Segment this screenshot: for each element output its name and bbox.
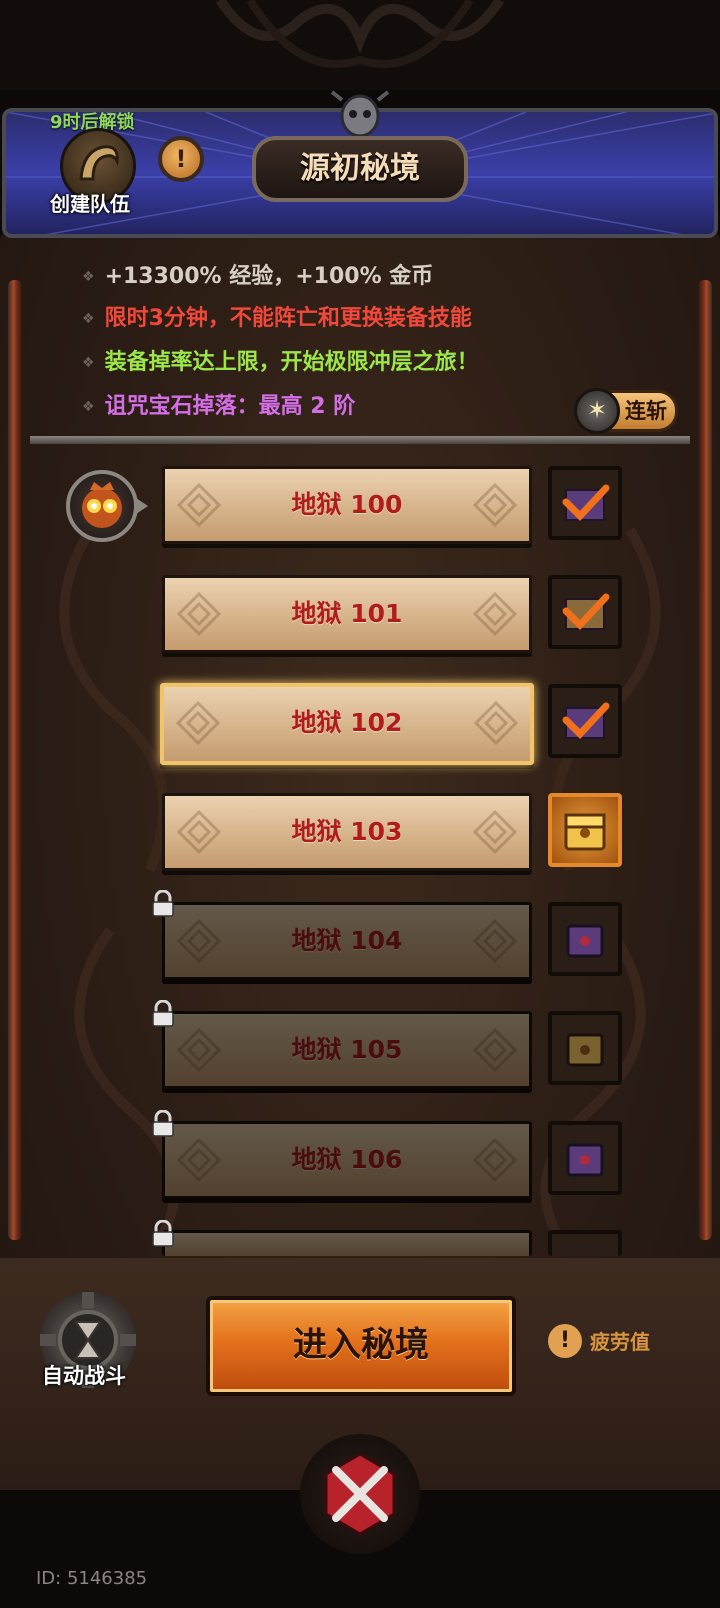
level-row-102[interactable]: 地狱 102 (160, 683, 534, 765)
level-row-101[interactable]: 地狱 101 (162, 575, 532, 653)
level-label: 地狱 104 (291, 926, 403, 955)
reward-chest-100[interactable] (548, 466, 622, 540)
current-level-marker (66, 470, 138, 542)
reward-chest-106[interactable] (548, 1121, 622, 1195)
level-row-107[interactable] (162, 1230, 532, 1256)
enter-dungeon-button[interactable]: 进入秘境 (206, 1296, 516, 1396)
player-id: ID: 5146385 (36, 1568, 148, 1589)
fatigue-label: 疲劳值 (590, 1330, 650, 1354)
lock-icon (152, 1220, 174, 1247)
top-decoration (0, 0, 720, 90)
level-row-104[interactable]: 地狱 104 (162, 902, 532, 980)
fatigue-info-icon[interactable]: ! (548, 1324, 582, 1358)
buff-exp-gold: ❖ +13300% 经验，+100% 金币 (82, 264, 434, 289)
purple-chest-icon (566, 924, 604, 958)
lock-icon (152, 1110, 174, 1137)
level-row-105[interactable]: 地狱 105 (162, 1011, 532, 1089)
buff-curse-gem: ❖ 诅咒宝石掉落：最高 2 阶 (82, 394, 356, 419)
create-team-label: 创建队伍 (50, 192, 130, 216)
level-row-103[interactable]: 地狱 103 (162, 793, 532, 871)
divider (30, 436, 690, 444)
level-label: 地狱 100 (291, 490, 403, 519)
reward-chest-104[interactable] (548, 902, 622, 976)
reward-chest-103[interactable] (548, 793, 622, 867)
auto-battle-label: 自动战斗 (42, 1364, 126, 1388)
star-burst-icon: ✶ (574, 388, 620, 434)
gold-chest-icon (564, 813, 606, 851)
skull-ornament-icon (330, 90, 390, 138)
checkmark-icon (562, 702, 610, 740)
frame-left (8, 280, 22, 1240)
battle-button[interactable] (300, 1434, 420, 1554)
checkmark-icon (562, 484, 610, 522)
lock-icon (152, 890, 174, 917)
marker-pointer-icon (136, 498, 148, 514)
page-title: 源初秘境 (252, 136, 468, 202)
level-label: 地狱 105 (291, 1035, 403, 1064)
lock-icon (152, 1000, 174, 1027)
crossed-swords-icon (324, 1452, 396, 1536)
level-label: 地狱 106 (291, 1145, 403, 1174)
level-label (165, 1233, 529, 1256)
level-label: 地狱 103 (291, 817, 403, 846)
demon-mask-icon (82, 482, 122, 528)
frame-right (698, 280, 712, 1240)
level-label: 地狱 101 (291, 599, 403, 628)
gold-chest-icon (566, 1033, 604, 1067)
level-row-100[interactable]: 地狱 100 (162, 466, 532, 544)
purple-chest-icon (566, 1143, 604, 1177)
reward-chest-102[interactable] (548, 684, 622, 758)
reward-chest-107[interactable] (548, 1230, 622, 1256)
buff-drop-rate: ❖ 装备掉率达上限，开始极限冲层之旅！ (82, 350, 479, 375)
level-row-106[interactable]: 地狱 106 (162, 1121, 532, 1199)
checkmark-icon (562, 593, 610, 631)
level-label: 地狱 102 (291, 708, 403, 737)
buff-time-limit: ❖ 限时3分钟，不能阵亡和更换装备技能 (82, 306, 472, 331)
reward-chest-101[interactable] (548, 575, 622, 649)
info-icon[interactable]: ! (158, 136, 204, 182)
reward-chest-105[interactable] (548, 1011, 622, 1085)
